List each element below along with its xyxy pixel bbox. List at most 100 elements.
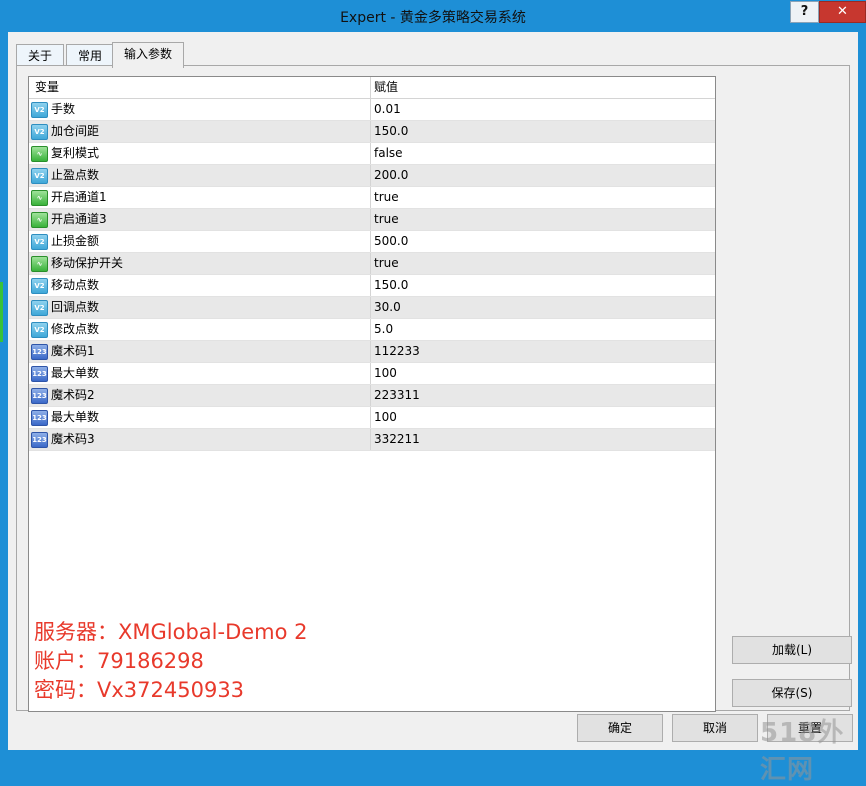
table-row[interactable]: V2 手数 0.01 xyxy=(29,99,715,121)
integer-type-icon: 123 xyxy=(31,432,48,448)
variable-cell[interactable]: ∿ 复利模式 xyxy=(31,143,369,164)
header-divider[interactable] xyxy=(370,77,371,98)
table-row[interactable]: V2 止损金额 500.0 xyxy=(29,231,715,253)
table-row[interactable]: ∿ 开启通道3 true xyxy=(29,209,715,231)
value-cell[interactable]: true xyxy=(374,253,714,274)
table-row[interactable]: 123 最大单数 100 xyxy=(29,363,715,385)
column-divider xyxy=(370,407,371,428)
load-button[interactable]: 加载(L) xyxy=(732,636,852,664)
integer-type-icon: 123 xyxy=(31,344,48,360)
table-row[interactable]: ∿ 复利模式 false xyxy=(29,143,715,165)
value-cell[interactable]: 150.0 xyxy=(374,121,714,142)
variable-cell[interactable]: 123 最大单数 xyxy=(31,407,369,428)
value-cell[interactable]: true xyxy=(374,209,714,230)
value-type-icon: V2 xyxy=(31,234,48,250)
tab-common[interactable]: 常用 xyxy=(66,44,114,67)
input-params-panel: 变量 赋值 V2 手数 0.01 V2 加仓间距 150.0 ∿ 复利模式 false V2 止盈点… xyxy=(16,65,852,712)
variable-cell[interactable]: 123 魔术码2 xyxy=(31,385,369,406)
table-row[interactable]: V2 加仓间距 150.0 xyxy=(29,121,715,143)
value-cell[interactable]: 30.0 xyxy=(374,297,714,318)
column-divider xyxy=(370,165,371,186)
save-button[interactable]: 保存(S) xyxy=(732,679,852,707)
variable-cell[interactable]: V2 移动点数 xyxy=(31,275,369,296)
overlay-server: 服务器：XMGlobal-Demo 2 xyxy=(34,620,308,644)
variable-name: 加仓间距 xyxy=(51,124,100,138)
value-cell[interactable]: 5.0 xyxy=(374,319,714,340)
tab-about[interactable]: 关于 xyxy=(16,44,64,67)
variable-name: 魔术码2 xyxy=(51,388,95,402)
variable-cell[interactable]: 123 最大单数 xyxy=(31,363,369,384)
column-divider xyxy=(370,253,371,274)
value-cell[interactable]: 223311 xyxy=(374,385,714,406)
value-type-icon: V2 xyxy=(31,322,48,338)
variable-name: 修改点数 xyxy=(51,322,100,336)
tab-input-params[interactable]: 输入参数 xyxy=(112,42,184,68)
column-divider xyxy=(370,231,371,252)
value-cell[interactable]: 100 xyxy=(374,407,714,428)
variable-name: 开启通道3 xyxy=(51,212,107,226)
table-row[interactable]: V2 止盈点数 200.0 xyxy=(29,165,715,187)
variable-cell[interactable]: V2 手数 xyxy=(31,99,369,120)
variable-cell[interactable]: V2 回调点数 xyxy=(31,297,369,318)
integer-type-icon: 123 xyxy=(31,410,48,426)
column-divider xyxy=(370,385,371,406)
table-row[interactable]: 123 魔术码1 112233 xyxy=(29,341,715,363)
value-cell[interactable]: true xyxy=(374,187,714,208)
variable-name: 回调点数 xyxy=(51,300,100,314)
value-type-icon: V2 xyxy=(31,278,48,294)
variable-cell[interactable]: ∿ 移动保护开关 xyxy=(31,253,369,274)
table-row[interactable]: V2 修改点数 5.0 xyxy=(29,319,715,341)
header-value[interactable]: 赋值 xyxy=(374,77,398,98)
table-row[interactable]: V2 移动点数 150.0 xyxy=(29,275,715,297)
value-cell[interactable]: 200.0 xyxy=(374,165,714,186)
value-type-icon: V2 xyxy=(31,124,48,140)
help-button[interactable]: ? xyxy=(790,1,819,23)
value-type-icon: V2 xyxy=(31,300,48,316)
title-bar[interactable]: Expert - 黄金多策略交易系统 ? ✕ xyxy=(0,0,866,32)
boolean-type-icon: ∿ xyxy=(31,256,48,272)
variable-cell[interactable]: V2 止损金额 xyxy=(31,231,369,252)
column-divider xyxy=(370,143,371,164)
close-button[interactable]: ✕ xyxy=(819,1,866,23)
grid-rows: V2 手数 0.01 V2 加仓间距 150.0 ∿ 复利模式 false V2 止盈点数 200.0… xyxy=(29,99,715,451)
variable-cell[interactable]: V2 加仓间距 xyxy=(31,121,369,142)
params-grid[interactable]: 变量 赋值 V2 手数 0.01 V2 加仓间距 150.0 ∿ 复利模式 false V2 止盈点… xyxy=(28,76,716,712)
variable-cell[interactable]: ∿ 开启通道1 xyxy=(31,187,369,208)
ok-button[interactable]: 确定 xyxy=(577,714,663,742)
variable-name: 移动点数 xyxy=(51,278,100,292)
table-row[interactable]: ∿ 移动保护开关 true xyxy=(29,253,715,275)
overlay-password: 密码：Vx372450933 xyxy=(34,678,245,702)
value-cell[interactable]: 500.0 xyxy=(374,231,714,252)
boolean-type-icon: ∿ xyxy=(31,146,48,162)
variable-cell[interactable]: V2 修改点数 xyxy=(31,319,369,340)
column-divider xyxy=(370,363,371,384)
variable-cell[interactable]: V2 止盈点数 xyxy=(31,165,369,186)
variable-name: 手数 xyxy=(51,102,76,116)
header-variable[interactable]: 变量 xyxy=(35,77,59,98)
value-cell[interactable]: false xyxy=(374,143,714,164)
table-row[interactable]: 123 最大单数 100 xyxy=(29,407,715,429)
value-cell[interactable]: 332211 xyxy=(374,429,714,450)
variable-name: 魔术码1 xyxy=(51,344,95,358)
table-row[interactable]: V2 回调点数 30.0 xyxy=(29,297,715,319)
value-cell[interactable]: 0.01 xyxy=(374,99,714,120)
integer-type-icon: 123 xyxy=(31,366,48,382)
variable-name: 魔术码3 xyxy=(51,432,95,446)
value-cell[interactable]: 100 xyxy=(374,363,714,384)
integer-type-icon: 123 xyxy=(31,388,48,404)
variable-cell[interactable]: 123 魔术码1 xyxy=(31,341,369,362)
value-cell[interactable]: 150.0 xyxy=(374,275,714,296)
boolean-type-icon: ∿ xyxy=(31,190,48,206)
variable-name: 开启通道1 xyxy=(51,190,107,204)
window-title: Expert - 黄金多策略交易系统 xyxy=(340,10,526,26)
variable-name: 最大单数 xyxy=(51,410,100,424)
boolean-type-icon: ∿ xyxy=(31,212,48,228)
value-cell[interactable]: 112233 xyxy=(374,341,714,362)
table-row[interactable]: 123 魔术码2 223311 xyxy=(29,385,715,407)
cancel-button[interactable]: 取消 xyxy=(672,714,758,742)
variable-cell[interactable]: ∿ 开启通道3 xyxy=(31,209,369,230)
table-row[interactable]: ∿ 开启通道1 true xyxy=(29,187,715,209)
variable-cell[interactable]: 123 魔术码3 xyxy=(31,429,369,450)
table-row[interactable]: 123 魔术码3 332211 xyxy=(29,429,715,451)
overlay-account: 账户：79186298 xyxy=(34,649,204,673)
